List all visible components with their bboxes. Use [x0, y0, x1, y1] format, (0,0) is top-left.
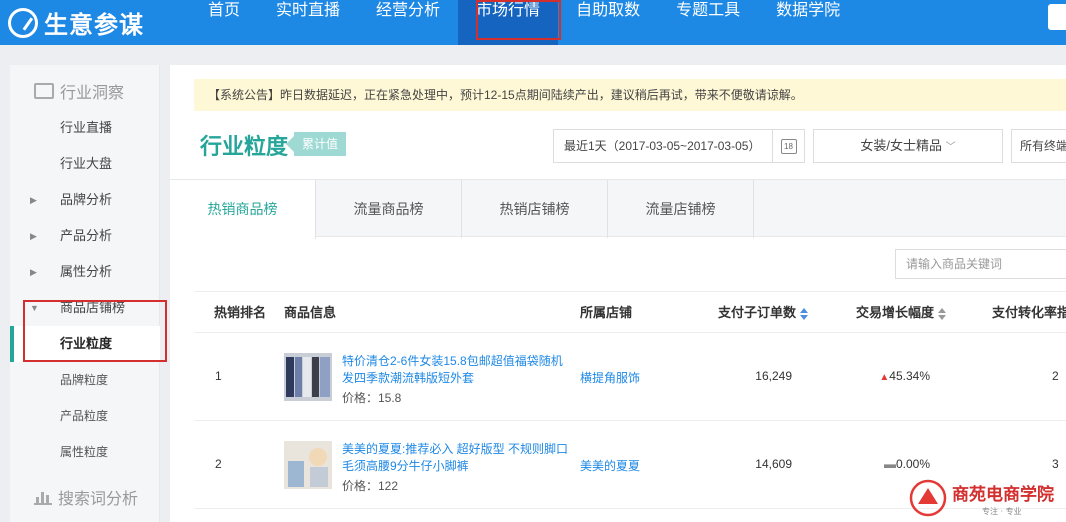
logo[interactable]: 生意参谋 [8, 0, 144, 45]
conversion-rate: 3 [1052, 457, 1059, 471]
date-range-picker[interactable]: 最近1天（2017-03-05~2017-03-05） 18 [553, 129, 805, 163]
sort-icon [938, 307, 947, 320]
sidebar: 行业洞察 行业直播 行业大盘 ▶ 品牌分析 ▶ 产品分析 ▶ 属性分析 ▼ 商品店铺榜 … [10, 65, 160, 522]
logo-icon [8, 7, 38, 38]
table-row: 1 特价清仓2-6件女装15.8包邮超值福袋随机发四季款潮流韩版短外套 价格：1… [194, 333, 1066, 421]
ranking-tabs: 热销商品榜 流量商品榜 热销店铺榜 流量店铺榜 [170, 179, 1066, 239]
monitor-icon [34, 83, 54, 99]
bar-chart-icon [34, 489, 52, 505]
conversion-rate: 2 [1052, 369, 1059, 383]
sidebar-item-brand-granularity[interactable]: 品牌粒度 [10, 362, 160, 398]
watermark-logo: 商苑电商学院 专注 · 专业 [908, 478, 1064, 518]
table-header: 热销排名 商品信息 所属店铺 支付子订单数 交易增长幅度 支付转化率指 [194, 291, 1066, 333]
col-rank: 热销排名 [214, 305, 267, 320]
calendar-icon[interactable]: 18 [772, 130, 804, 162]
sidebar-item-industry-granularity[interactable]: 行业粒度 [10, 326, 160, 362]
caret-right-icon: ▶ [30, 267, 37, 277]
col-conversion[interactable]: 支付转化率指 [992, 292, 1066, 334]
col-product: 商品信息 [284, 305, 337, 320]
terminal-select[interactable]: 所有终端 [1011, 129, 1066, 163]
growth-rate: ▲45.34% [879, 369, 930, 383]
page-title: 行业粒度 [200, 134, 289, 159]
logo-text: 生意参谋 [44, 12, 144, 39]
svg-text:专注 · 专业: 专注 · 专业 [982, 506, 1022, 516]
tab-traffic-products[interactable]: 流量商品榜 [316, 180, 462, 238]
sidebar-item-product-analysis[interactable]: ▶ 产品分析 [10, 218, 160, 254]
shop-link[interactable]: 美美的夏夏 [580, 457, 640, 474]
sort-icon [800, 307, 809, 320]
rank: 1 [215, 369, 222, 383]
product-price: 价格：122 [342, 479, 399, 493]
caret-down-icon: ▼ [30, 303, 39, 313]
system-notice: 【系统公告】昨日数据延迟，正在紧急处理中，预计12-15点期间陆续产出，建议稍后… [194, 79, 1066, 111]
category-select[interactable]: 女装/女士精品 ﹀ [813, 129, 1003, 163]
chevron-down-icon: ﹀ [945, 142, 956, 153]
date-range-text: 最近1天（2017-03-05~2017-03-05） [564, 139, 761, 153]
sidebar-item-industry-live[interactable]: 行业直播 [10, 110, 160, 146]
nav-home[interactable]: 首页 [190, 0, 258, 45]
product-search-input[interactable]: 请输入商品关键词 [895, 249, 1066, 279]
left-gutter [0, 45, 10, 522]
sidebar-section-industry[interactable]: 行业洞察 [34, 79, 124, 103]
sidebar-item-product-granularity[interactable]: 产品粒度 [10, 398, 160, 434]
product-thumbnail[interactable] [284, 353, 332, 401]
nav-realtime[interactable]: 实时直播 [258, 0, 358, 45]
category-value: 女装/女士精品 [860, 138, 942, 153]
product-thumbnail[interactable] [284, 441, 332, 489]
col-shop: 所属店铺 [580, 305, 633, 320]
sidebar-item-brand-analysis[interactable]: ▶ 品牌分析 [10, 182, 160, 218]
calendar-day: 18 [780, 138, 797, 154]
main-content: 【系统公告】昨日数据延迟，正在紧急处理中，预计12-15点期间陆续产出，建议稍后… [170, 65, 1066, 522]
sidebar-item-attribute-analysis[interactable]: ▶ 属性分析 [10, 254, 160, 290]
nav-market[interactable]: 市场行情 [458, 0, 559, 45]
nav-tools[interactable]: 专题工具 [658, 0, 758, 45]
product-price: 价格：15.8 [342, 391, 402, 405]
col-growth[interactable]: 交易增长幅度 [856, 292, 947, 334]
paid-orders: 14,609 [755, 457, 792, 471]
rank: 2 [215, 457, 222, 471]
cumulative-badge: 累计值 [285, 132, 347, 156]
paid-orders: 16,249 [755, 369, 792, 383]
caret-right-icon: ▶ [30, 231, 37, 241]
tab-hot-products[interactable]: 热销商品榜 [170, 180, 316, 239]
nav-academy[interactable]: 数据学院 [758, 0, 858, 45]
shop-link[interactable]: 横提角服饰 [580, 369, 640, 386]
sidebar-gap [160, 45, 170, 522]
nav-business-analysis[interactable]: 经营分析 [358, 0, 458, 45]
product-name-link[interactable]: 美美的夏夏:推荐必入 超好版型 不规则脚口毛须高腰9分牛仔小脚裤 [342, 441, 568, 475]
sidebar-item-shop-ranking[interactable]: ▼ 商品店铺榜 [10, 290, 160, 326]
product-name-link[interactable]: 特价清仓2-6件女装15.8包邮超值福袋随机发四季款潮流韩版短外套 [342, 353, 568, 387]
tab-traffic-shops[interactable]: 流量店铺榜 [608, 180, 754, 238]
sidebar-item-industry-overview[interactable]: 行业大盘 [10, 146, 160, 182]
sidebar-item-attribute-granularity[interactable]: 属性粒度 [10, 434, 160, 470]
growth-rate: ▬0.00% [883, 457, 930, 471]
main-nav: 首页 实时直播 经营分析 市场行情 自助取数 专题工具 数据学院 [190, 0, 858, 45]
nav-self-service[interactable]: 自助取数 [558, 0, 658, 45]
tab-hot-shops[interactable]: 热销店铺榜 [462, 180, 608, 238]
dash-icon: ▬ [883, 457, 896, 471]
col-orders[interactable]: 支付子订单数 [718, 292, 809, 334]
caret-right-icon: ▶ [30, 195, 37, 205]
svg-text:商苑电商学院: 商苑电商学院 [952, 484, 1054, 505]
top-nav-bar: 生意参谋 首页 实时直播 经营分析 市场行情 自助取数 专题工具 数据学院 [0, 0, 1066, 45]
sidebar-section-search-terms[interactable]: 搜索词分析 [34, 485, 138, 509]
corner-button[interactable] [1048, 4, 1066, 30]
arrow-up-icon: ▲ [879, 372, 890, 383]
